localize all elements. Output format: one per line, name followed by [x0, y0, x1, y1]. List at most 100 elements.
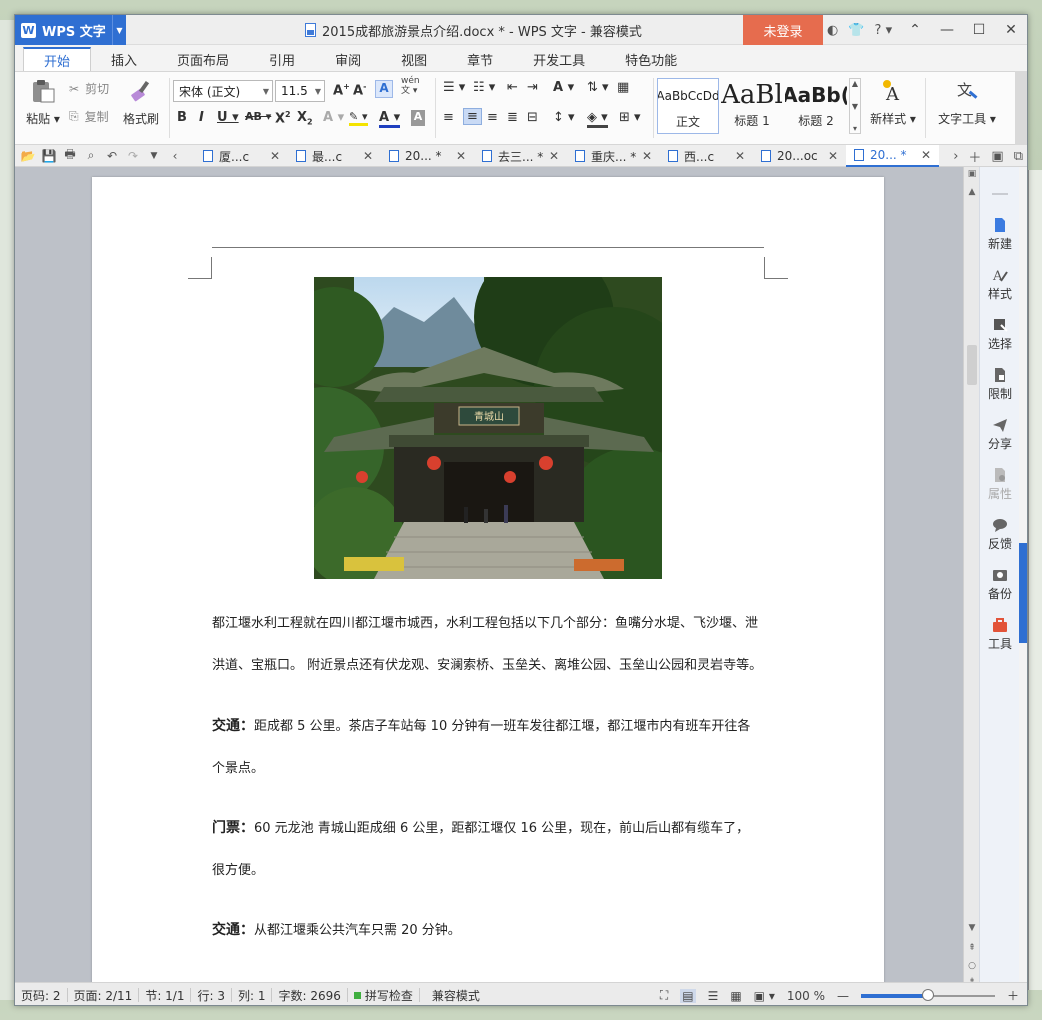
shrink-font-icon[interactable]: A- — [353, 82, 366, 98]
numbering-icon[interactable]: ☷ ▾ — [473, 80, 495, 95]
page-view-icon[interactable]: ▤ — [680, 988, 696, 1003]
style-heading-2[interactable]: AaBb( 标题 2 — [785, 78, 847, 134]
close-icon[interactable]: ✕ — [995, 15, 1027, 45]
login-button[interactable]: 未登录 — [743, 15, 823, 45]
font-size-select[interactable]: 11.5 ▼ — [275, 80, 325, 102]
char-shading-icon[interactable]: A — [411, 110, 425, 126]
status-spell-check[interactable]: 拼写检查 — [348, 988, 420, 1003]
close-icon[interactable]: ✕ — [363, 149, 373, 163]
tab-view[interactable]: 视图 — [381, 47, 447, 71]
doc-tab[interactable]: 重庆... * ✕ — [567, 145, 660, 167]
copy-button[interactable]: ⎘ 复制 — [69, 108, 109, 125]
underline-icon[interactable]: U ▾ — [217, 110, 239, 125]
print-icon[interactable]: 🖶 — [63, 147, 77, 163]
sidebar-collapse-handle[interactable] — [1019, 543, 1027, 643]
sidebar-item-select[interactable]: 选择 — [980, 317, 1020, 352]
sidebar-item-share[interactable]: 分享 — [980, 417, 1020, 452]
distributed-icon[interactable]: ⊟ — [527, 110, 538, 125]
web-view-icon[interactable]: ▦ — [730, 989, 741, 1003]
temple-gate-photo[interactable]: 青城山 — [314, 277, 662, 579]
superscript-icon[interactable]: X2 — [275, 110, 291, 126]
close-icon[interactable]: ✕ — [735, 149, 745, 163]
document-page[interactable]: 青城山 都江堰水利工程就在四川都江堰市城西，水利工程包括以下几个部分：鱼嘴分水堤… — [92, 177, 884, 982]
wps-menu-button[interactable]: W WPS 文字 ▼ — [15, 15, 126, 45]
doc-tab[interactable]: 20... * ✕ — [381, 145, 474, 167]
paragraph-ticket[interactable]: 门票：60 元龙池 青城山距成细 6 公里，距都江堰仅 16 公里，现在，前山后… — [212, 807, 772, 892]
vertical-scrollbar[interactable]: ▣ ▲ ▼ ⇞ ○ ⇟ — [963, 167, 980, 987]
zoom-in-icon[interactable]: ＋ — [1007, 987, 1019, 1004]
sidebar-item-properties[interactable]: 属性 — [980, 467, 1020, 502]
bold-icon[interactable]: B — [177, 110, 187, 125]
justify-icon[interactable]: ≣ — [507, 110, 518, 125]
sidebar-item-backup[interactable]: 备份 — [980, 567, 1020, 602]
zoom-slider-thumb[interactable] — [921, 988, 934, 1001]
close-icon[interactable]: ✕ — [828, 149, 838, 163]
help-icon[interactable]: ? ▾ — [875, 23, 893, 38]
new-style-button[interactable]: A 新样式 ▾ — [867, 78, 919, 127]
tab-special-features[interactable]: 特色功能 — [605, 47, 697, 71]
print-preview-icon[interactable]: ⌕ — [84, 148, 98, 163]
minimize-icon[interactable]: — — [931, 15, 963, 45]
chevron-down-icon[interactable]: ▼ — [852, 102, 858, 111]
tab-menu-icon[interactable]: ⧉ — [1014, 149, 1023, 164]
tab-list-icon[interactable]: ▣ — [991, 149, 1003, 164]
paragraph-dujiangyan-intro[interactable]: 都江堰水利工程就在四川都江堰市城西，水利工程包括以下几个部分：鱼嘴分水堤、飞沙堰… — [212, 603, 772, 687]
align-center-icon[interactable]: ≡ — [463, 108, 482, 125]
sidebar-item-new[interactable]: 新建 — [980, 217, 1020, 252]
tab-review[interactable]: 审阅 — [315, 47, 381, 71]
shirt-icon[interactable]: 👕 — [848, 23, 864, 38]
style-normal[interactable]: AaBbCcDd 正文 — [657, 78, 719, 134]
close-icon[interactable]: ✕ — [456, 149, 466, 163]
status-page-number[interactable]: 页码: 2 — [15, 988, 68, 1003]
format-painter-button[interactable]: 格式刷 — [119, 78, 163, 127]
text-effect-icon[interactable]: A ▾ — [323, 110, 344, 125]
doc-tab[interactable]: 20...oc ✕ — [753, 145, 846, 167]
cut-button[interactable]: ✂ 剪切 — [69, 80, 109, 97]
status-pages[interactable]: 页面: 2/11 — [68, 988, 140, 1003]
scroll-up-icon[interactable]: ▲ — [964, 187, 980, 197]
tab-home[interactable]: 开始 — [23, 47, 92, 71]
strikethrough-icon[interactable]: AB ▾ — [245, 110, 271, 123]
char-spacing-icon[interactable]: A ▾ — [553, 80, 574, 95]
sidebar-item-style[interactable]: A 样式 — [980, 267, 1020, 302]
align-right-icon[interactable]: ≡ — [487, 110, 498, 125]
increase-indent-icon[interactable]: ⇥ — [527, 80, 538, 95]
paragraph-transport-1[interactable]: 交通：距成都 5 公里。茶店子车站每 10 分钟有一班车发往都江堰，都江堰市内有… — [212, 705, 772, 790]
chevron-right-icon[interactable]: › — [953, 149, 958, 164]
ruler-toggle-icon[interactable]: ▣ — [964, 169, 980, 179]
sidebar-item-tools[interactable]: 工具 — [980, 617, 1020, 652]
close-icon[interactable]: ✕ — [921, 148, 931, 162]
browse-object-icon[interactable]: ○ — [964, 961, 980, 971]
paste-button[interactable]: 粘贴 ▾ — [23, 78, 63, 127]
tab-references[interactable]: 引用 — [249, 47, 315, 71]
paragraph-sort-icon[interactable]: ⇅ ▾ — [587, 80, 609, 95]
chevron-left-icon[interactable]: ‹ — [168, 149, 182, 163]
clear-format-icon[interactable]: A — [375, 80, 393, 98]
zoom-level[interactable]: 100 % — [787, 989, 825, 1003]
shading-icon[interactable]: ◈ ▾ — [587, 110, 608, 128]
outline-view-icon[interactable]: ☰ — [708, 989, 719, 1003]
close-icon[interactable]: ✕ — [270, 149, 280, 163]
skin-icon[interactable]: ◐ — [827, 23, 838, 38]
style-heading-1[interactable]: AaBl 标题 1 — [721, 78, 783, 134]
styles-scroll[interactable]: ▲ ▼ ▾ — [849, 78, 861, 134]
tab-developer[interactable]: 开发工具 — [513, 47, 605, 71]
chevron-down-icon[interactable]: ▼ — [112, 15, 126, 45]
font-color-icon[interactable]: A ▾ — [379, 110, 401, 128]
border-icon[interactable]: ⊞ ▾ — [619, 110, 641, 125]
undo-icon[interactable]: ↶ — [105, 149, 119, 163]
zoom-out-icon[interactable]: — — [837, 989, 849, 1003]
tab-chapter[interactable]: 章节 — [447, 47, 513, 71]
scrollbar-thumb[interactable] — [967, 345, 977, 385]
line-spacing-icon[interactable]: ↕ ▾ — [553, 110, 575, 125]
new-tab-icon[interactable]: ＋ — [968, 147, 981, 166]
maximize-icon[interactable]: ☐ — [963, 15, 995, 45]
text-tools-button[interactable]: 文 文字工具 ▾ — [933, 78, 1001, 127]
doc-tab[interactable]: 厦...c ✕ — [195, 145, 288, 167]
grow-font-icon[interactable]: A+ — [333, 82, 350, 98]
save-icon[interactable]: 💾 — [42, 149, 57, 163]
status-word-count[interactable]: 字数: 2696 — [272, 988, 348, 1003]
doc-tab[interactable]: 最...c ✕ — [288, 145, 381, 167]
table-icon[interactable]: ▦ — [617, 80, 629, 95]
tab-page-layout[interactable]: 页面布局 — [157, 47, 249, 71]
